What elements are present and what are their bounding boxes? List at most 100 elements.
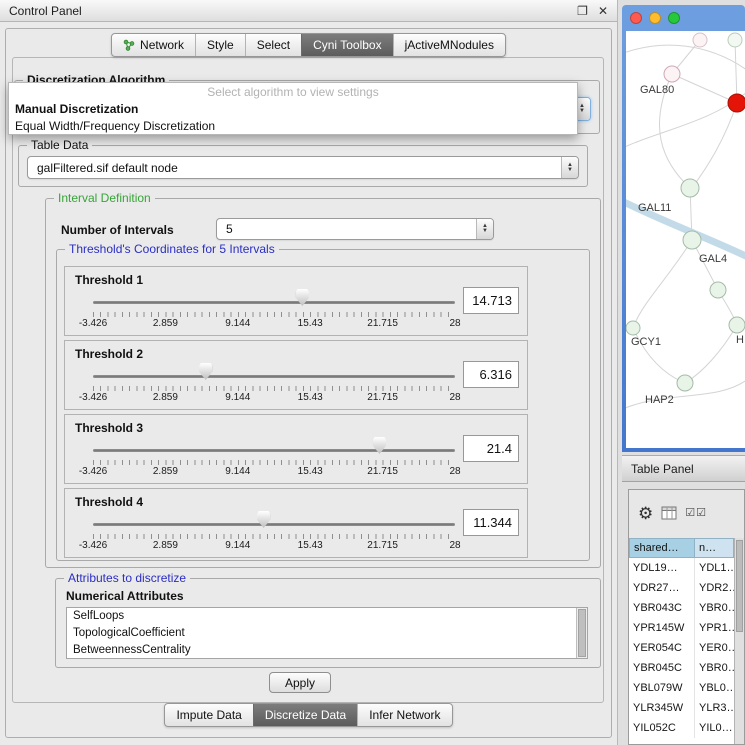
- table-cell[interactable]: YDL1…: [695, 558, 734, 578]
- table-row[interactable]: YBR045CYBR0…: [629, 658, 734, 678]
- table-cell[interactable]: YPR145W: [629, 618, 695, 638]
- table-row[interactable]: YER054CYER0…: [629, 638, 734, 658]
- minimize-button[interactable]: [649, 12, 661, 24]
- threshold-2-slider[interactable]: [93, 363, 455, 383]
- network-node[interactable]: [693, 33, 707, 47]
- slider-track[interactable]: [93, 449, 455, 452]
- table-row[interactable]: YBR043CYBR0…: [629, 598, 734, 618]
- tab-label: Infer Network: [369, 708, 440, 722]
- table-data-group: Table Data galFiltered.sif default node …: [18, 145, 588, 187]
- tab-select[interactable]: Select: [245, 34, 301, 56]
- table-row[interactable]: YDR27…YDR2…: [629, 578, 734, 598]
- tab-impute-data[interactable]: Impute Data: [165, 704, 252, 726]
- threshold-3-value[interactable]: 21.4: [463, 435, 519, 462]
- table-panel-header[interactable]: Table Panel: [622, 455, 745, 482]
- tab-style[interactable]: Style: [195, 34, 245, 56]
- table-cell[interactable]: YER0…: [695, 638, 734, 658]
- threshold-4-slider[interactable]: [93, 511, 455, 531]
- table-cell[interactable]: YBR045C: [629, 658, 695, 678]
- network-node-gal4[interactable]: [683, 231, 701, 249]
- network-node[interactable]: [729, 317, 745, 333]
- attribute-item[interactable]: BetweennessCentrality: [67, 642, 587, 659]
- table-cell[interactable]: YBR0…: [695, 598, 734, 618]
- network-edge: [672, 74, 737, 103]
- tab-infer-network[interactable]: Infer Network: [357, 704, 451, 726]
- network-canvas[interactable]: GAL80 GAL11 GAL4 GCY1 HAP2 H: [626, 31, 745, 448]
- table-cell[interactable]: YBL0…: [695, 678, 734, 698]
- network-node[interactable]: [710, 282, 726, 298]
- table-data-combo-value: galFiltered.sif default node: [37, 161, 178, 175]
- table-cell[interactable]: YIL0…: [695, 718, 734, 738]
- slider-ticks: [93, 534, 455, 539]
- selected-network-node[interactable]: [728, 94, 745, 112]
- table-cell[interactable]: YDL19…: [629, 558, 695, 578]
- table-cell[interactable]: YER054C: [629, 638, 695, 658]
- show-columns-icon[interactable]: [661, 506, 677, 520]
- network-node[interactable]: [728, 33, 742, 47]
- threshold-2-value[interactable]: 6.316: [463, 361, 519, 388]
- slider-track[interactable]: [93, 523, 455, 526]
- table-row[interactable]: YIL052CYIL0…: [629, 718, 734, 738]
- numerical-attributes-list[interactable]: SelfLoopsTopologicalCoefficientBetweenne…: [66, 607, 588, 659]
- table-cell[interactable]: YPR1…: [695, 618, 734, 638]
- attribute-item[interactable]: SelfLoops: [67, 608, 587, 625]
- float-window-icon[interactable]: ❐: [577, 4, 588, 18]
- table-cell[interactable]: YDR2…: [695, 578, 734, 598]
- column-header-shared-name[interactable]: shared…: [629, 538, 695, 558]
- number-of-intervals-combo[interactable]: 5 ▲▼: [216, 218, 494, 240]
- tab-cyni-toolbox[interactable]: Cyni Toolbox: [301, 34, 392, 56]
- network-node-gal80[interactable]: [664, 66, 680, 82]
- scale-tick-label: 15.43: [298, 392, 323, 403]
- scale-tick-label: 28: [449, 392, 460, 403]
- threshold-4-value[interactable]: 11.344: [463, 509, 519, 536]
- network-node-gal11[interactable]: [681, 179, 699, 197]
- gear-icon[interactable]: ⚙: [638, 505, 653, 522]
- column-header-name[interactable]: n…: [695, 538, 734, 558]
- threshold-1-slider[interactable]: [93, 289, 455, 309]
- combo-stepper-icon[interactable]: ▲▼: [476, 219, 493, 239]
- threshold-1-value[interactable]: 14.713: [463, 287, 519, 314]
- table-cell[interactable]: YIL052C: [629, 718, 695, 738]
- scale-tick-label: -3.426: [79, 392, 107, 403]
- slider-track[interactable]: [93, 301, 455, 304]
- table-cell[interactable]: YDR27…: [629, 578, 695, 598]
- close-icon[interactable]: ✕: [598, 4, 608, 18]
- popup-item-manual-discretization[interactable]: Manual Discretization: [9, 101, 577, 118]
- tab-discretize-data[interactable]: Discretize Data: [253, 704, 357, 726]
- zoom-button[interactable]: [668, 12, 680, 24]
- attribute-item[interactable]: TopologicalCoefficient: [67, 625, 587, 642]
- attributes-to-discretize-group: Attributes to discretize Numerical Attri…: [55, 578, 601, 668]
- threshold-4-block: Threshold 4 -3.4262.8599.14415.4321.7152…: [64, 488, 528, 558]
- tab-network[interactable]: Network: [112, 34, 195, 56]
- table-cell[interactable]: YLR345W: [629, 698, 695, 718]
- threshold-3-slider[interactable]: [93, 437, 455, 457]
- table-scrollbar[interactable]: [734, 538, 744, 744]
- table-scrollbar-thumb[interactable]: [736, 540, 743, 632]
- apply-button[interactable]: Apply: [269, 672, 331, 693]
- table-cell[interactable]: YBR0…: [695, 658, 734, 678]
- list-scrollbar[interactable]: [576, 608, 587, 658]
- numerical-attributes-label: Numerical Attributes: [66, 589, 184, 603]
- popup-placeholder-item[interactable]: Select algorithm to view settings: [9, 84, 577, 101]
- table-row[interactable]: YDL19…YDL1…: [629, 558, 734, 578]
- table-row[interactable]: YBL079WYBL0…: [629, 678, 734, 698]
- table-data-combo[interactable]: galFiltered.sif default node ▲▼: [27, 156, 579, 179]
- network-node-gcy1[interactable]: [626, 321, 640, 335]
- control-panel-titlebar[interactable]: Control Panel ❐ ✕: [0, 0, 617, 22]
- thresholds-group: Threshold's Coordinates for 5 Intervals …: [56, 249, 590, 561]
- close-button[interactable]: [630, 12, 642, 24]
- network-node-hap2[interactable]: [677, 375, 693, 391]
- table-row[interactable]: YPR145WYPR1…: [629, 618, 734, 638]
- list-scrollbar-thumb[interactable]: [578, 609, 586, 657]
- tab-jactivemnodules[interactable]: jActiveMNodules: [393, 34, 505, 56]
- table-cell[interactable]: YBL079W: [629, 678, 695, 698]
- slider-track[interactable]: [93, 375, 455, 378]
- tab-label: Select: [257, 38, 290, 52]
- threshold-1-block: Threshold 1 -3.4262.8599.14415.4321.7152…: [64, 266, 528, 336]
- select-columns-checkbox-icon[interactable]: ☑☑: [685, 508, 707, 519]
- table-cell[interactable]: YBR043C: [629, 598, 695, 618]
- popup-item-equal-width-frequency[interactable]: Equal Width/Frequency Discretization: [9, 118, 577, 135]
- combo-stepper-icon[interactable]: ▲▼: [561, 157, 578, 178]
- table-cell[interactable]: YLR3…: [695, 698, 734, 718]
- table-row[interactable]: YLR345WYLR3…: [629, 698, 734, 718]
